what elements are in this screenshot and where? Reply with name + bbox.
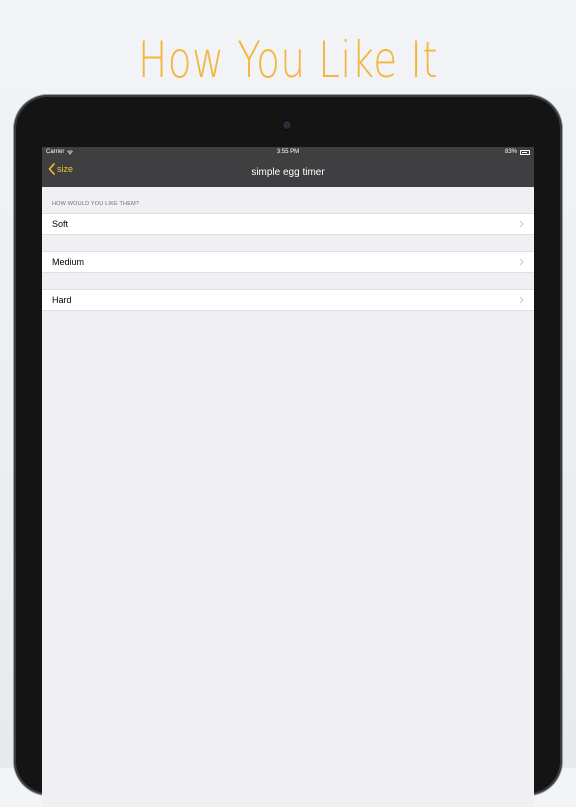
list-item-soft[interactable]: Soft [42,213,534,235]
chevron-left-icon [48,163,55,175]
status-bar: Carrier 3:55 PM 83% [42,147,534,157]
status-right: 83% [505,149,530,155]
chevron-right-icon [519,220,524,228]
list-item-hard[interactable]: Hard [42,289,534,311]
status-left: Carrier [46,149,74,155]
back-button-label: size [57,164,74,174]
carrier-label: Carrier [46,149,65,155]
chevron-right-icon [519,258,524,266]
tablet-device-frame: Carrier 3:55 PM 83% size simple egg time… [14,95,562,807]
list-item-label: Soft [52,219,69,229]
chevron-right-icon [519,296,524,304]
back-button[interactable]: size [48,163,73,175]
wifi-icon [67,150,74,155]
nav-title: simple egg timer [251,166,325,178]
list-item-medium[interactable]: Medium [42,251,534,273]
status-time: 3:55 PM [276,149,300,155]
battery-percentage: 83% [504,149,517,155]
battery-level-fill [522,151,527,153]
list-item-label: Medium [52,257,85,267]
navigation-bar: size simple egg timer [42,157,534,187]
section-header: HOW WOULD YOU LIKE THEM? [52,201,140,207]
app-screen: Carrier 3:55 PM 83% size simple egg time… [42,147,534,807]
front-camera [283,121,291,129]
promo-headline: How You Like It [138,31,438,89]
list-item-label: Hard [52,295,72,305]
battery-icon [520,149,530,155]
